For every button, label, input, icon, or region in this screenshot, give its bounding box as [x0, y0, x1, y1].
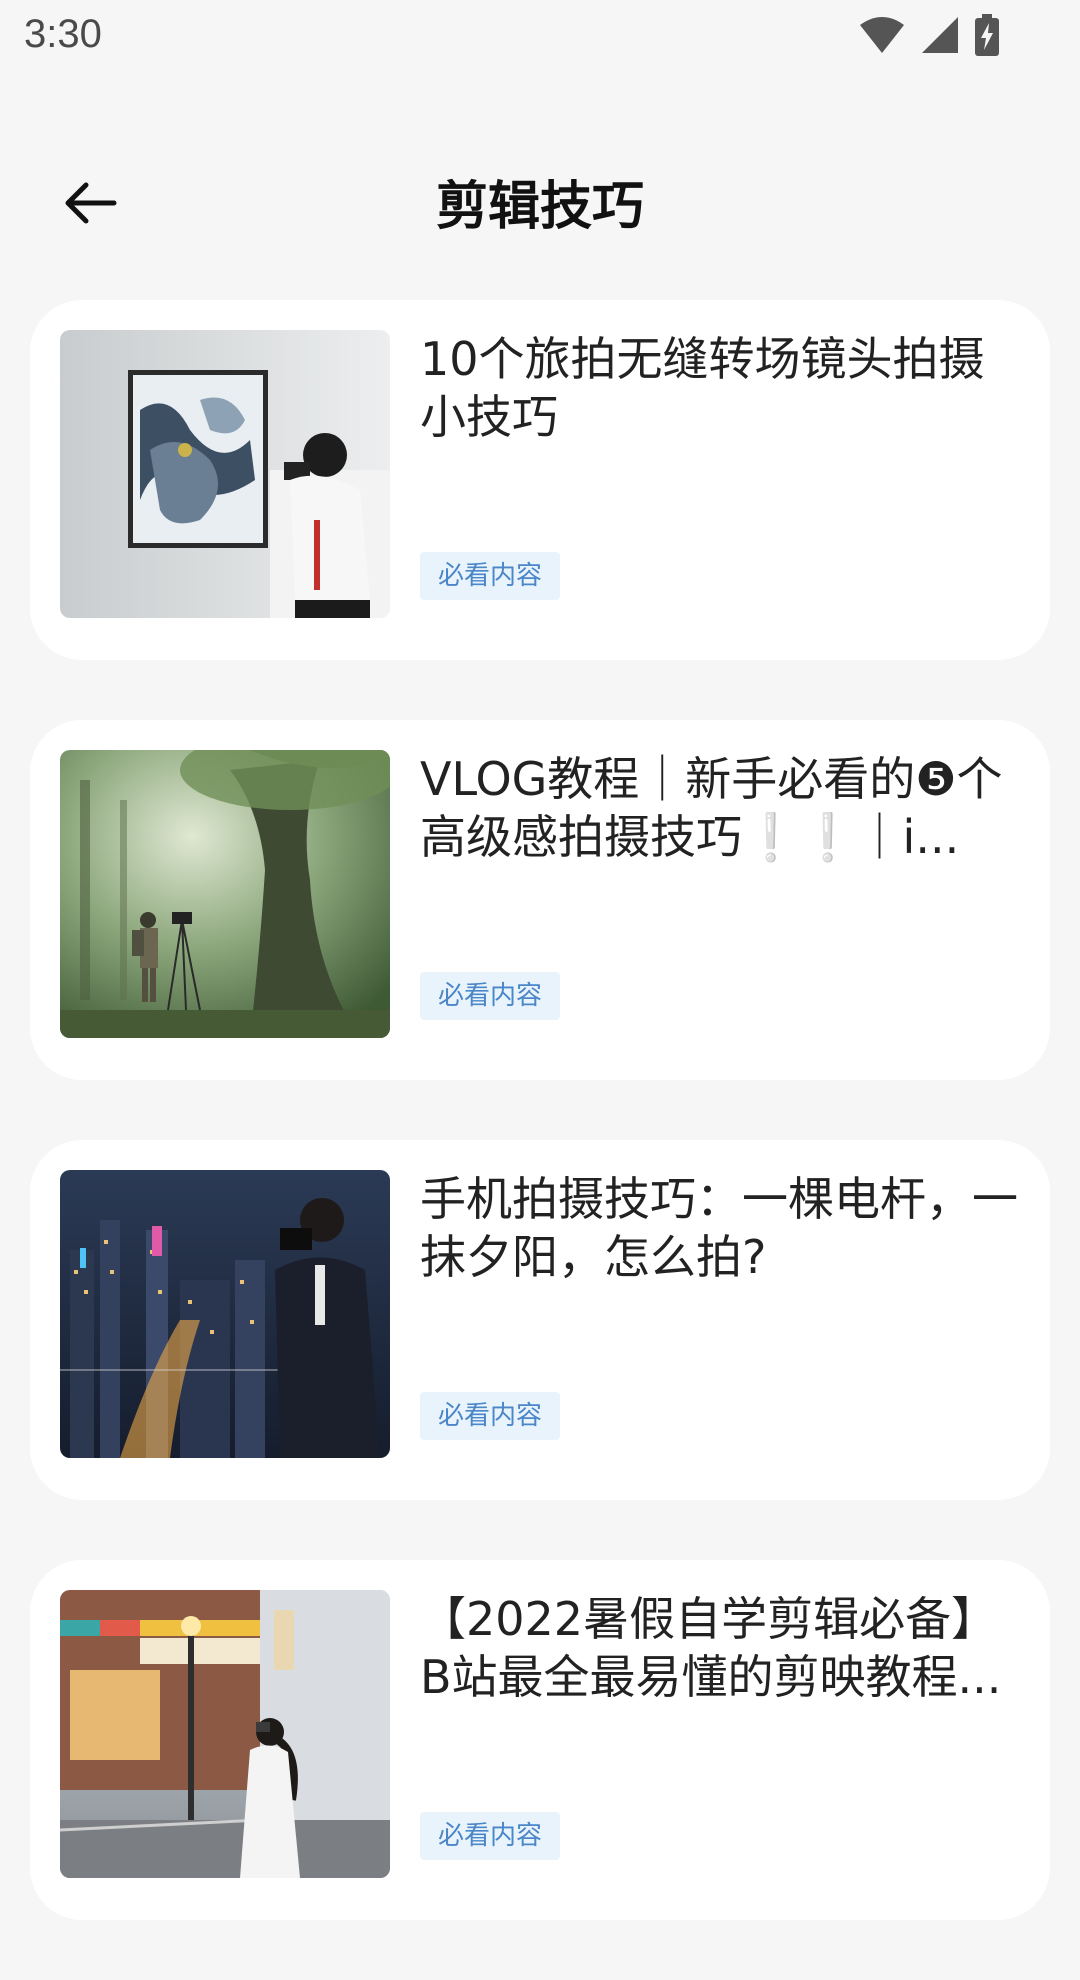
photographer-city-night-image	[60, 1170, 390, 1458]
status-bar: 3:30	[0, 0, 1080, 80]
battery-charging-icon	[974, 14, 1000, 60]
article-card[interactable]: VLOG教程｜新手必看的❺个高级感拍摄技巧❕❕｜i... 必看内容	[30, 720, 1050, 1080]
cellular-signal-icon	[920, 15, 960, 59]
article-title: 【2022暑假自学剪辑必备】B站最全最易懂的剪映教程...	[420, 1592, 1002, 1704]
photographer-in-forest-image	[60, 750, 390, 1038]
header: 剪辑技巧	[0, 140, 1080, 250]
article-title: VLOG教程｜新手必看的❺个高级感拍摄技巧❕❕｜i...	[420, 752, 1003, 864]
status-icons	[858, 14, 1000, 60]
wifi-icon	[858, 15, 906, 59]
article-card[interactable]: 10个旅拍无缝转场镜头拍摄小技巧 必看内容	[30, 300, 1050, 660]
article-card[interactable]: 手机拍摄技巧：一棵电杆，一抹夕阳，怎么拍? 必看内容	[30, 1140, 1050, 1500]
article-title: 10个旅拍无缝转场镜头拍摄小技巧	[420, 332, 985, 444]
page-title: 剪辑技巧	[435, 177, 644, 237]
must-watch-tag: 必看内容	[420, 1392, 561, 1440]
article-card[interactable]: 【2022暑假自学剪辑必备】B站最全最易懂的剪映教程... 必看内容	[30, 1560, 1050, 1920]
girl-photographing-street-image	[60, 1590, 390, 1878]
article-list: 10个旅拍无缝转场镜头拍摄小技巧 必看内容 VLOG教程｜新手必看的❺个高级感拍…	[30, 300, 1050, 1980]
article-title: 手机拍摄技巧：一棵电杆，一抹夕阳，怎么拍?	[420, 1172, 1018, 1284]
must-watch-tag: 必看内容	[420, 972, 561, 1020]
must-watch-tag: 必看内容	[420, 552, 561, 600]
status-time: 3:30	[24, 12, 102, 56]
must-watch-tag: 必看内容	[420, 1812, 561, 1860]
photographer-in-gallery-image	[60, 330, 390, 618]
